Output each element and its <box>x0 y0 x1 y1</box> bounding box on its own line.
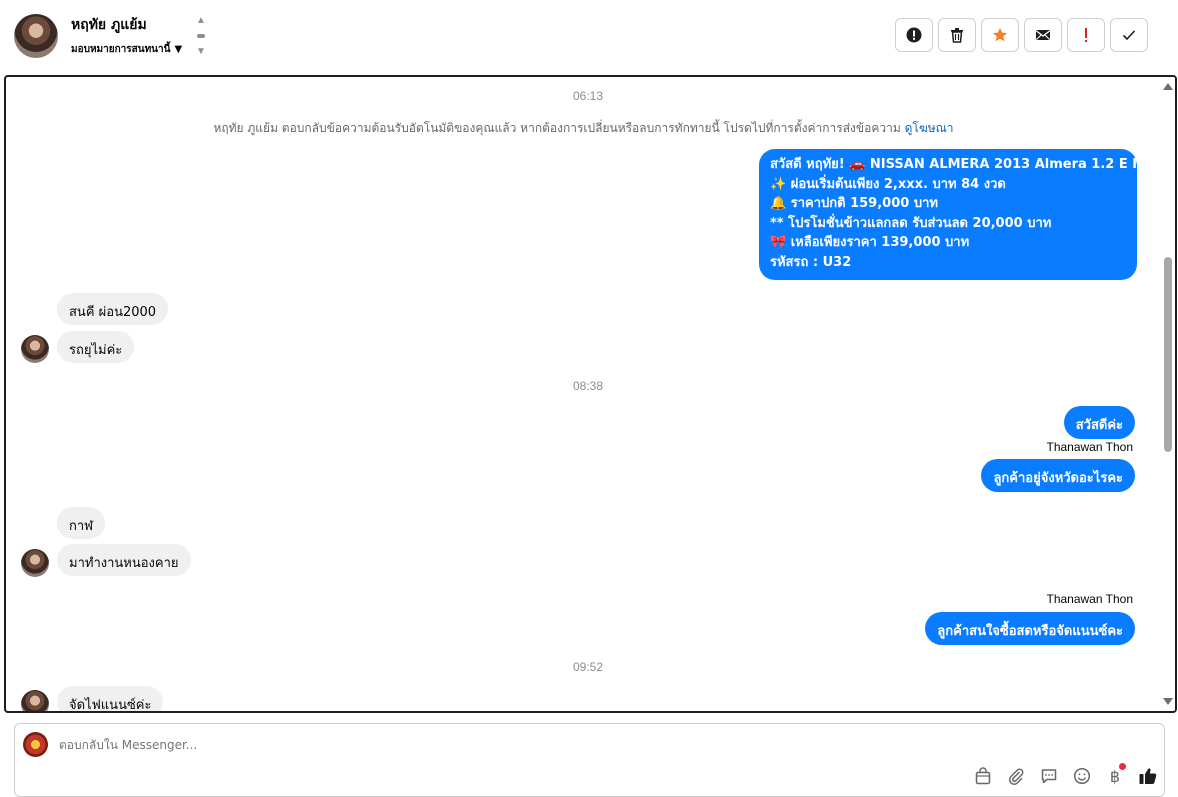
payment-button[interactable]: ฿ <box>1105 763 1126 786</box>
page-avatar <box>23 732 48 757</box>
notification-dot <box>1119 763 1126 770</box>
contact-name[interactable]: หฤทัย ภูแย้ม <box>71 14 147 36</box>
follow-up-button[interactable] <box>1067 18 1105 52</box>
shop-button[interactable] <box>973 766 993 786</box>
view-ad-link[interactable]: ดูโฆษณา <box>905 121 954 135</box>
conversation-toolbar <box>895 18 1148 52</box>
caret-down-icon: ▼ <box>174 44 183 55</box>
star-button[interactable] <box>981 18 1019 52</box>
timestamp: 06:13 <box>573 89 604 103</box>
incoming-message[interactable]: กาฬ <box>57 507 106 539</box>
assign-label: มอบหมายการสนทนานี้ <box>71 44 171 55</box>
mark-spam-button[interactable] <box>895 18 933 52</box>
scrollbar-thumb[interactable] <box>1164 257 1172 452</box>
check-icon <box>1122 30 1136 41</box>
sender-name: Thanawan Thon <box>1046 440 1133 454</box>
outgoing-message[interactable]: สวัสดีค่ะ <box>1063 406 1135 439</box>
emoji-button[interactable] <box>1072 766 1092 786</box>
saved-reply-button[interactable] <box>1039 766 1059 786</box>
incoming-message[interactable]: สนคี ผ่อน2000 <box>57 293 169 325</box>
thumbs-up-icon <box>1139 768 1157 784</box>
scroll-down-icon[interactable] <box>1163 698 1173 705</box>
incoming-message[interactable]: รถยุไม่ค่ะ <box>57 331 135 363</box>
welcome-line: ** โปรโมชั่นข้าวแลกลด รับส่วนลด 20,000 บ… <box>770 215 1052 231</box>
thread-scrollbar[interactable] <box>1161 77 1175 711</box>
timestamp: 09:52 <box>573 660 604 674</box>
outgoing-message[interactable]: ลูกค้าอยู่จังหวัดอะไรคะ <box>981 459 1135 492</box>
mark-done-button[interactable] <box>1110 18 1148 52</box>
conversation-header: หฤทัย ภูแย้ม มอบหมายการสนทนานี้ ▼ ▲ ▼ <box>0 0 1178 74</box>
spam-icon <box>906 27 922 43</box>
welcome-line: 🎀 เหลือเพียงราคา 139,000 บาท <box>770 235 970 250</box>
incoming-message[interactable]: มาทำงานหนองคาย <box>57 544 191 576</box>
system-message: หฤทัย ภูแย้ม ตอบกลับข้อความต้อนรับอัตโนม… <box>6 119 1161 138</box>
previous-conversation-icon[interactable]: ▲ <box>196 15 206 26</box>
welcome-line: ✨ ผ่อนเริ่มต้นเพียง 2,xxx. บาท 84 งวด <box>770 176 1006 192</box>
saved-reply-icon <box>1041 769 1057 784</box>
next-conversation-icon[interactable]: ▼ <box>196 46 206 57</box>
sender-name: Thanawan Thon <box>1046 592 1133 606</box>
contact-avatar-small <box>21 549 49 577</box>
contact-avatar-small <box>21 690 49 711</box>
reply-composer: ฿ <box>14 723 1165 797</box>
welcome-message-bubble[interactable]: สวัสดี หฤทัย! 🚗 NISSAN ALMERA 2013 Almer… <box>759 149 1155 280</box>
star-icon <box>993 28 1007 42</box>
welcome-line: 🔔 ราคาปกติ 159,000 บาท <box>770 196 938 211</box>
delete-button[interactable] <box>938 18 976 52</box>
assign-conversation-dropdown[interactable]: มอบหมายการสนทนานี้ ▼ <box>71 42 182 57</box>
welcome-line: รหัสรถ : U32 <box>770 254 852 270</box>
like-button[interactable] <box>1138 766 1158 786</box>
bag-icon <box>975 767 991 785</box>
trash-icon <box>951 28 963 43</box>
message-thread[interactable]: 06:13 หฤทัย ภูแย้ม ตอบกลับข้อความต้อนรับ… <box>4 75 1177 713</box>
attach-button[interactable] <box>1006 766 1026 786</box>
welcome-line: สวัสดี หฤทัย! 🚗 NISSAN ALMERA 2013 Almer… <box>770 157 1155 172</box>
reply-input[interactable] <box>59 738 759 752</box>
emoji-icon <box>1073 767 1091 785</box>
timestamp: 08:38 <box>573 379 604 393</box>
baht-icon: ฿ <box>1109 766 1121 786</box>
conversation-nav: ▲ ▼ <box>194 15 208 57</box>
contact-avatar-small <box>21 335 49 363</box>
incoming-message[interactable]: จัดไฟแนนซ์ค่ะ <box>57 686 164 711</box>
envelope-icon <box>1036 30 1050 40</box>
contact-avatar[interactable] <box>14 14 58 58</box>
flag-icon <box>1085 28 1087 42</box>
nav-divider <box>197 34 205 38</box>
system-message-text: หฤทัย ภูแย้ม ตอบกลับข้อความต้อนรับอัตโนม… <box>213 121 901 135</box>
paperclip-icon <box>1008 768 1024 785</box>
scroll-up-icon[interactable] <box>1163 83 1173 90</box>
mark-unread-button[interactable] <box>1024 18 1062 52</box>
outgoing-message[interactable]: ลูกค้าสนใจซื้อสดหรือจัดแนนซ์คะ <box>925 612 1135 645</box>
composer-tools: ฿ <box>973 763 1158 786</box>
